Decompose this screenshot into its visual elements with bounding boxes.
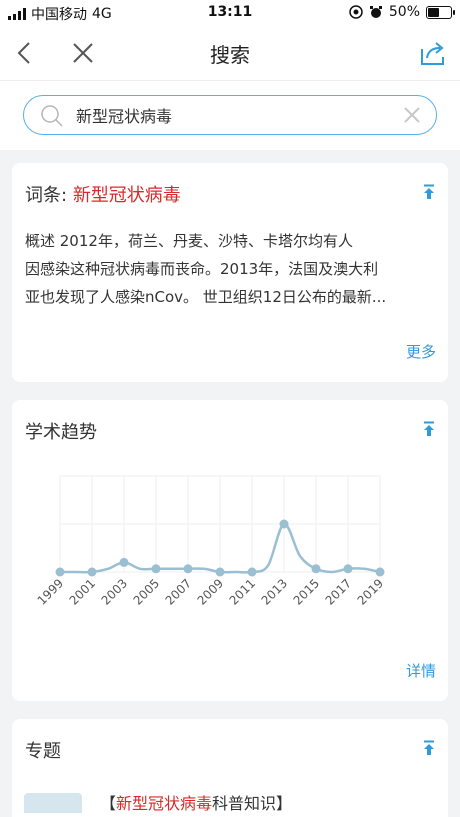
x-tick-label: 2017 [323,576,354,607]
search-input[interactable] [76,102,386,128]
search-box[interactable] [23,95,437,135]
entry-label: 词条: [25,185,68,206]
entry-summary-line: 因感染这种冠状病毒而丧命。2013年，法国及澳大利 [25,260,379,278]
topic-keyword: 新型冠状病毒 [116,794,213,813]
topic-prefix: 【 [100,794,117,813]
entry-summary-line: 亚也发现了人感染nCov。 世卫组织12日公布的最新... [25,288,387,306]
status-bar: 中国移动 4G 13:11 50% [0,0,460,26]
entry-summary-line: 概述 2012年，荷兰、丹麦、沙特、卡塔尔均有人 [25,232,353,250]
entry-summary: 概述 2012年，荷兰、丹麦、沙特、卡塔尔均有人 因感染这种冠状病毒而丧命。20… [25,227,437,311]
share-icon[interactable] [418,38,448,68]
x-tick-label: 2015 [291,576,322,607]
data-point [247,567,257,577]
data-point [215,567,225,577]
data-point [55,567,65,577]
x-tick-label: 2019 [355,576,386,607]
data-point [343,564,353,574]
x-tick-label: 2003 [99,576,130,607]
entry-card-title: 词条: 新型冠状病毒 [25,181,181,207]
trend-chart: 1999 2001 2003 2005 2007 2009 2011 2013 2015 2017… [35,475,386,608]
location-icon [349,5,363,19]
x-tick-label: 2009 [195,576,226,607]
entry-card: 词条: 新型冠状病毒 概述 2012年，荷兰、丹麦、沙特、卡塔尔均有人 因感染这… [12,163,448,382]
data-point [375,567,385,577]
x-tick-label: 2007 [163,576,194,607]
data-point [87,567,97,577]
close-icon[interactable] [68,38,98,68]
data-point [151,564,161,574]
entry-keyword[interactable]: 新型冠状病毒 [73,185,181,206]
pin-top-icon[interactable] [422,740,436,756]
search-bar [0,80,460,150]
x-tick-label: 1999 [35,576,66,607]
search-icon [41,105,63,127]
data-point [279,519,289,529]
battery-icon [426,5,455,19]
status-right: 50% [349,4,455,20]
topic-card-title: 专题 [25,741,61,762]
nav-bar: 搜索 [0,26,460,80]
chevron-left-icon[interactable] [10,38,40,68]
trend-card: 学术趋势 1999 2001 2003 2005 2007 2009 2011 2013 201… [12,400,448,701]
topic-suffix: 科普知识】 [212,794,293,813]
topic-card: 专题 【新型冠状病毒科普知识】 [12,719,448,817]
battery-label: 50% [388,4,420,20]
x-tick-label: 2001 [67,576,98,607]
x-tick-label: 2013 [259,576,290,607]
alarm-icon [369,6,382,18]
topic-thumbnail[interactable] [24,793,82,813]
data-point [311,564,321,574]
clear-icon[interactable] [404,107,420,123]
battery-level [428,7,439,17]
pin-top-icon[interactable] [422,184,436,200]
data-point [183,564,193,574]
x-tick-label: 2011 [227,576,258,607]
topic-item-title[interactable]: 【新型冠状病毒科普知识】 [100,793,430,813]
detail-link[interactable]: 详情 [406,660,436,681]
data-point [119,557,129,567]
x-tick-label: 2005 [131,576,162,607]
more-link[interactable]: 更多 [406,341,436,362]
pin-top-icon[interactable] [422,421,436,437]
trend-card-title: 学术趋势 [25,422,97,443]
